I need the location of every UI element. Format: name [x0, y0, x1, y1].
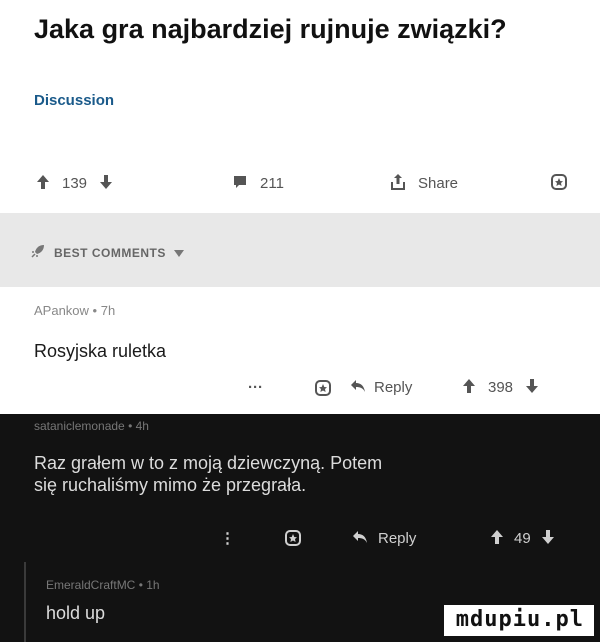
- sort-label: BEST COMMENTS: [54, 245, 166, 260]
- comment-apankow: APankow • 7h Rosyjska ruletka ··· Reply …: [0, 287, 600, 414]
- comment-text: hold up: [46, 603, 106, 623]
- comment-meta: APankow • 7h: [34, 303, 115, 318]
- watermark: mdupiu.pl: [443, 605, 594, 636]
- comment-actions: ··· Reply 398: [0, 375, 600, 399]
- post-flair[interactable]: Discussion: [34, 92, 114, 109]
- downvote-icon[interactable]: [99, 174, 113, 193]
- downvote-icon[interactable]: [541, 529, 555, 548]
- comment-vote-group: 398: [462, 378, 539, 397]
- comment-author[interactable]: sataniclemonade: [34, 419, 125, 433]
- meta-separator: •: [92, 303, 101, 318]
- award-icon[interactable]: [314, 379, 332, 400]
- meta-separator: •: [128, 419, 136, 433]
- upvote-icon[interactable]: [36, 174, 50, 193]
- award-icon[interactable]: [284, 529, 302, 550]
- comment-author[interactable]: EmeraldCraftMC: [46, 578, 135, 592]
- rocket-icon: [30, 243, 46, 262]
- share-icon: [390, 173, 406, 194]
- more-options-button[interactable]: ⋮: [220, 529, 235, 547]
- comment-bubble-icon: [232, 174, 248, 193]
- more-options-button[interactable]: ···: [248, 379, 263, 396]
- comment-vote-group: 49: [490, 529, 555, 548]
- comment-text: Rosyjska ruletka: [34, 341, 167, 361]
- sort-dropdown[interactable]: BEST COMMENTS: [30, 243, 184, 262]
- comment-age: 1h: [146, 578, 160, 592]
- comment-age: 7h: [100, 303, 116, 318]
- share-label: Share: [418, 174, 459, 192]
- upvote-icon[interactable]: [490, 529, 504, 548]
- comment-score: 398: [488, 378, 514, 396]
- upvote-icon[interactable]: [462, 378, 476, 397]
- comment-actions: ⋮ Reply 49: [0, 526, 600, 550]
- comment-age: 4h: [135, 419, 149, 433]
- reply-arrow-icon: [352, 530, 368, 547]
- thread-line[interactable]: [24, 562, 26, 642]
- comment-meta: EmeraldCraftMC • 1h: [46, 578, 160, 592]
- comment-text-line: się ruchaliśmy mimo że przegrała.: [34, 475, 307, 495]
- reply-arrow-icon: [350, 379, 366, 396]
- vote-group: 139: [36, 168, 113, 198]
- comment-sort-bar: BEST COMMENTS: [0, 213, 600, 287]
- reply-label: Reply: [374, 378, 413, 396]
- share-button[interactable]: Share: [390, 168, 458, 198]
- comment-author[interactable]: APankow: [34, 303, 89, 318]
- post-score: 139: [62, 174, 88, 192]
- chevron-down-icon: [173, 245, 184, 261]
- comment-text: Raz grałem w to z moją dziewczyną. Potem…: [34, 452, 382, 496]
- reply-button[interactable]: Reply: [352, 530, 416, 547]
- comment-meta: sataniclemonade • 4h: [34, 419, 149, 433]
- comments-button[interactable]: 211: [232, 168, 284, 198]
- dark-comments-section: sataniclemonade • 4h Raz grałem w to z m…: [0, 414, 600, 642]
- reply-label: Reply: [378, 529, 417, 547]
- post-title[interactable]: Jaka gra najbardziej rujnuje związki?: [34, 12, 574, 47]
- comments-count: 211: [260, 174, 284, 192]
- award-button[interactable]: [550, 168, 568, 198]
- award-icon: [550, 173, 568, 194]
- comment-text-line: Raz grałem w to z moją dziewczyną. Potem: [34, 453, 383, 473]
- reply-button[interactable]: Reply: [350, 379, 412, 396]
- post-action-bar: 139 211 Share: [0, 168, 600, 198]
- comment-score: 49: [514, 529, 531, 547]
- downvote-icon[interactable]: [525, 378, 539, 397]
